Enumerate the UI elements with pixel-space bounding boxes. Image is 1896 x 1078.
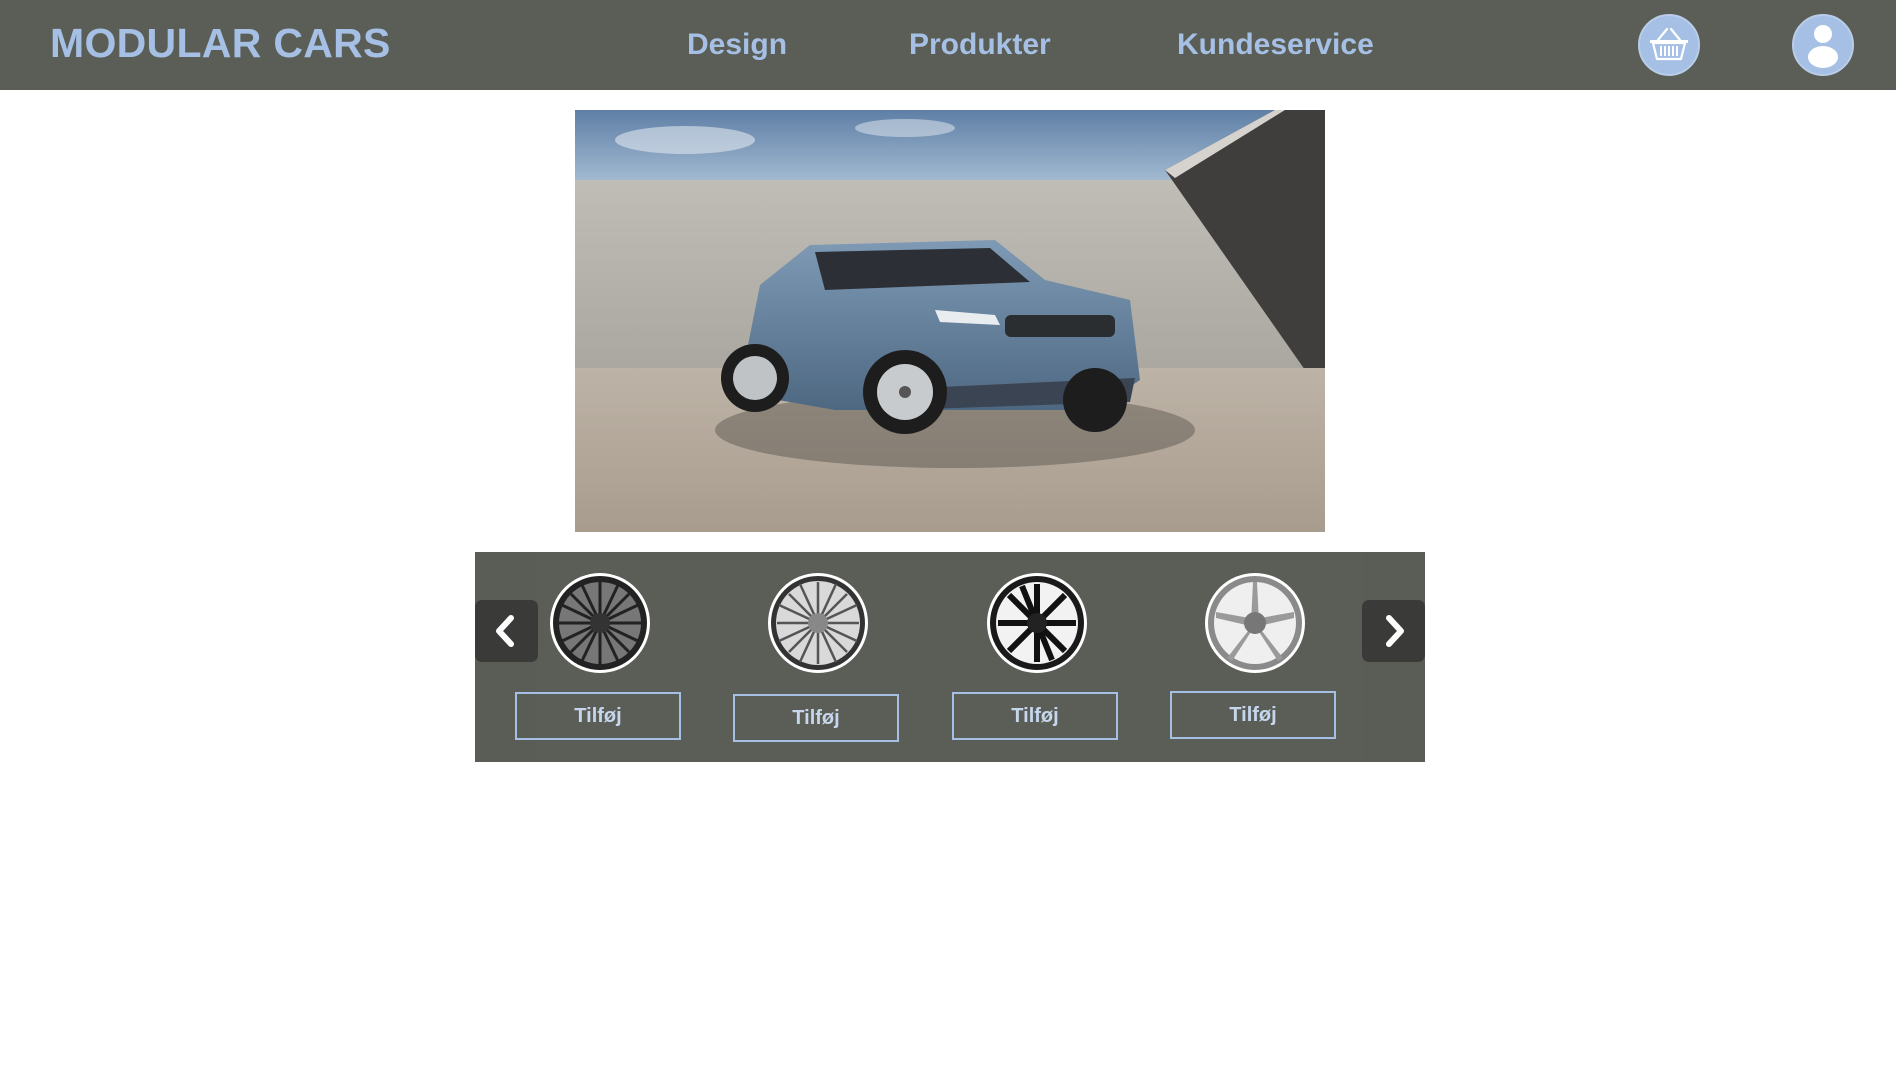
wheel-option: Tilføj xyxy=(952,572,1122,752)
add-wheel-button[interactable]: Tilføj xyxy=(515,692,681,740)
add-wheel-button[interactable]: Tilføj xyxy=(952,692,1118,740)
carousel-next-button[interactable] xyxy=(1362,600,1425,662)
add-wheel-button[interactable]: Tilføj xyxy=(733,694,899,742)
wheel-mesh-black-icon[interactable] xyxy=(549,572,651,674)
wheel-option: Tilføj xyxy=(733,572,903,752)
basket-button[interactable] xyxy=(1638,14,1700,76)
wheel-multispoke-silver-icon[interactable] xyxy=(767,572,869,674)
wheel-option: Tilføj xyxy=(1170,572,1340,752)
hero-car-image xyxy=(575,110,1325,532)
brand-logo[interactable]: MODULAR CARS xyxy=(50,20,391,67)
wheel-carousel: Tilføj Tilføj Tilføj Tilføj xyxy=(475,552,1425,762)
wheel-spoke-black-icon[interactable] xyxy=(986,572,1088,674)
basket-icon xyxy=(1650,27,1688,61)
nav-produkter[interactable]: Produkter xyxy=(909,28,1051,62)
add-wheel-button[interactable]: Tilføj xyxy=(1170,691,1336,739)
wheel-option: Tilføj xyxy=(515,572,685,752)
wheel-five-spoke-silver-icon[interactable] xyxy=(1204,572,1306,674)
user-icon xyxy=(1808,25,1838,68)
chevron-right-icon xyxy=(1386,615,1404,647)
top-navigation-bar: MODULAR CARS Design Produkter Kundeservi… xyxy=(0,0,1896,90)
nav-kundeservice[interactable]: Kundeservice xyxy=(1177,28,1374,62)
account-button[interactable] xyxy=(1792,14,1854,76)
nav-design[interactable]: Design xyxy=(687,28,787,62)
suv-photo xyxy=(575,110,1325,532)
